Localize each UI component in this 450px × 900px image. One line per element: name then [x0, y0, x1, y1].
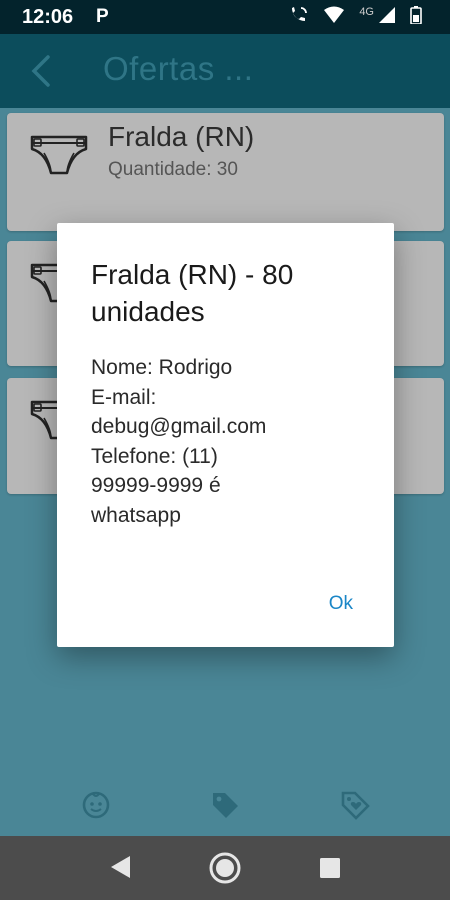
- wifi-icon: [324, 6, 345, 23]
- network-type: 4G: [359, 6, 374, 18]
- battery-icon: [410, 6, 422, 24]
- status-bar: 12:06 P 4G: [0, 0, 450, 34]
- dialog-body: Nome: Rodrigo E-mail: debug@gmail.com Te…: [91, 356, 267, 527]
- offer-card[interactable]: Fralda (RN) Quantidade: 30: [7, 113, 444, 231]
- parking-notification-icon: P: [96, 6, 109, 27]
- dialog-title: Fralda (RN) - 80 unidades: [91, 259, 294, 327]
- recents-square-icon[interactable]: [319, 857, 341, 879]
- status-icons: 4G: [289, 6, 422, 24]
- back-triangle-icon[interactable]: [108, 854, 132, 880]
- baby-face-icon[interactable]: [81, 790, 111, 820]
- bottom-nav: [0, 772, 450, 836]
- home-circle-icon[interactable]: [208, 851, 242, 885]
- tag-heart-icon[interactable]: [340, 790, 370, 820]
- offer-quantity: Quantidade: 30: [108, 159, 238, 180]
- back-arrow-icon[interactable]: [26, 54, 56, 88]
- diaper-icon: [30, 135, 88, 175]
- wifi-calling-icon: [292, 7, 308, 21]
- ok-button[interactable]: Ok: [329, 593, 353, 615]
- signal-icon: [379, 7, 395, 23]
- offer-detail-dialog: Fralda (RN) - 80 unidades Nome: Rodrigo …: [57, 223, 394, 647]
- system-nav-bar: [0, 836, 450, 900]
- tag-icon[interactable]: [210, 790, 240, 820]
- offer-title: Fralda (RN): [108, 121, 255, 152]
- status-time: 12:06: [22, 6, 74, 28]
- app-bar: Ofertas ...: [0, 34, 450, 108]
- page-title: Ofertas ...: [103, 50, 254, 87]
